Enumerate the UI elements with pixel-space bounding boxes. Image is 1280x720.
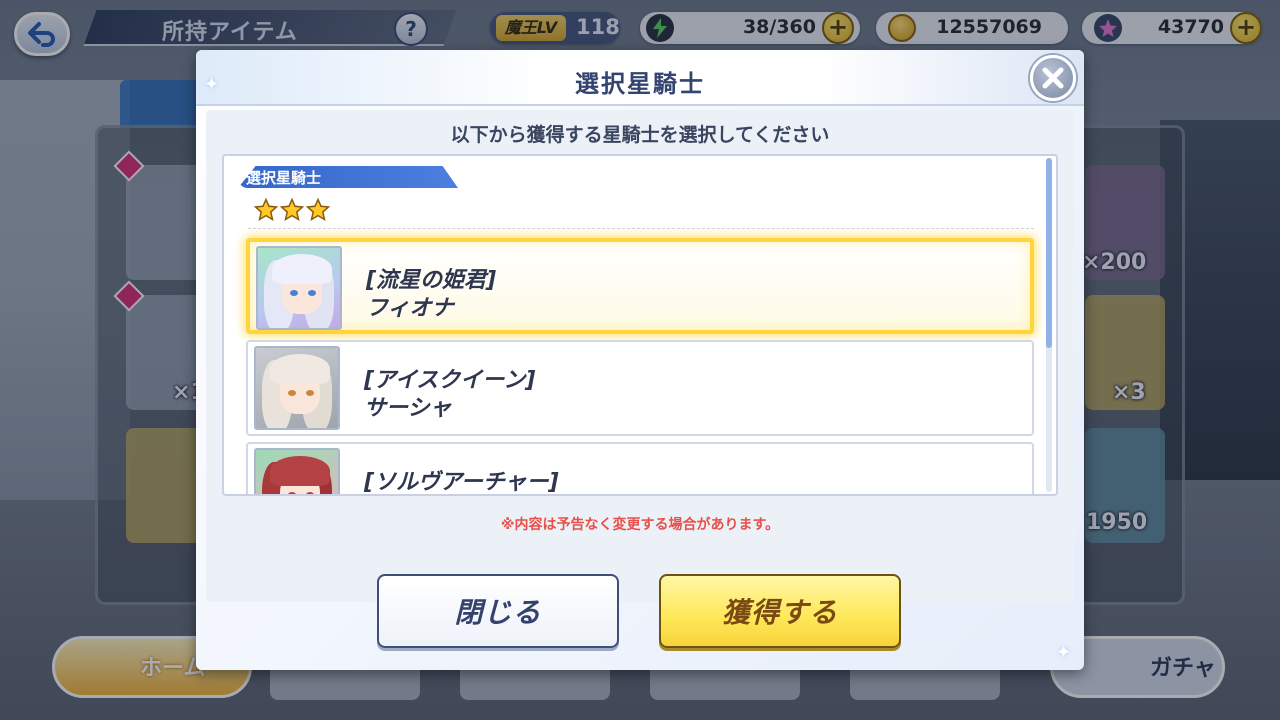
character-portrait [254,448,340,494]
character-portrait [256,246,342,330]
rarity-stars [254,198,330,222]
close-button[interactable]: 閉じる [377,574,619,648]
dialog-title: 選択星騎士 [575,70,705,98]
character-row-sol-archer[interactable]: [ソルヴアーチャー] [246,442,1034,495]
select-character-dialog: ✦ ✦ 選択星騎士 以下から獲得する星騎士を選択してください 選択星騎士 [流星… [196,50,1084,670]
character-name: サーシャ [364,396,452,421]
star-icon [280,198,304,222]
notice-text: ※内容は予告なく変更する場合があります。 [500,517,780,533]
divider [248,228,1034,229]
close-x-icon [1042,67,1064,89]
character-row-fiona[interactable]: [流星の姫君] フィオナ [246,238,1034,334]
instruction-text: 以下から獲得する星騎士を選択してください [450,124,830,146]
obtain-button[interactable]: 獲得する [659,574,901,648]
scrollbar-thumb[interactable] [1046,158,1052,348]
star-icon [306,198,330,222]
section-label: 選択星騎士 [246,169,322,187]
character-name: フィオナ [366,296,454,321]
character-title: [ソルヴアーチャー] [364,470,559,495]
character-list-items: [流星の姫君] フィオナ [アイスクイーン] サーシャ [ソルヴアーチャー] [246,238,1038,495]
character-list[interactable]: 選択星騎士 [流星の姫君] フィオナ [アイスクイーン] サーシャ [ソルヴアー… [222,154,1058,496]
character-portrait [254,346,340,430]
character-row-sasha[interactable]: [アイスクイーン] サーシャ [246,340,1034,436]
sparkle-icon: ✦ [1056,642,1072,663]
star-icon [254,198,278,222]
close-x-button[interactable] [1030,55,1076,101]
